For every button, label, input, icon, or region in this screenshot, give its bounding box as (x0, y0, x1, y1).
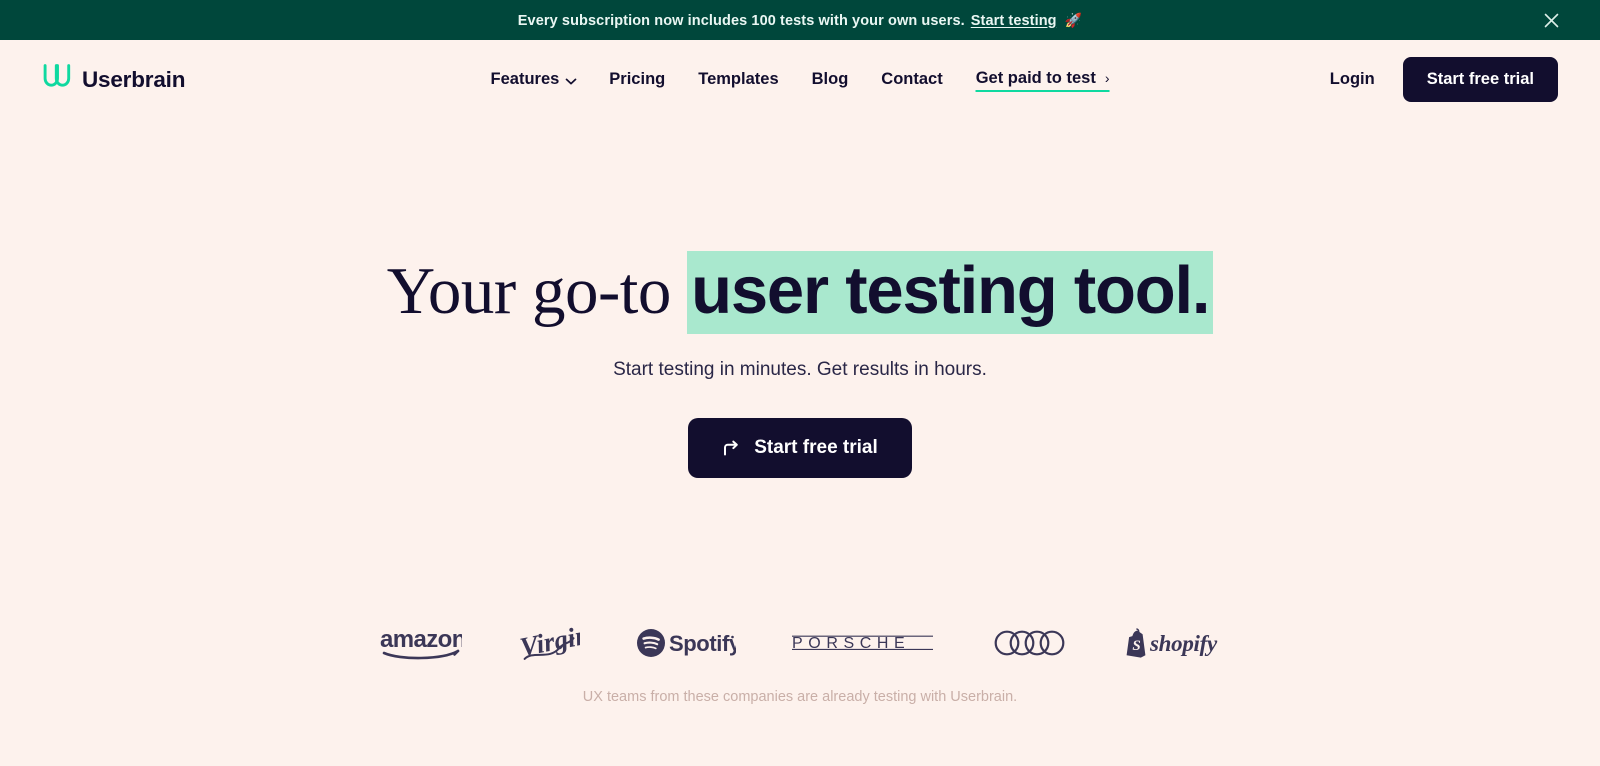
login-link[interactable]: Login (1330, 70, 1375, 89)
spotify-logo-icon: Spotify (636, 628, 736, 658)
rocket-emoji-icon: 🚀 (1064, 11, 1083, 28)
logo-audi (994, 620, 1068, 666)
nav-item-label: Get paid to test (975, 68, 1096, 87)
arrow-turn-right-icon (722, 439, 741, 458)
social-proof-caption: UX teams from these companies are alread… (582, 689, 1018, 706)
audi-logo-icon (994, 630, 1068, 656)
promo-banner-close-button[interactable] (1540, 9, 1562, 31)
promo-banner: Every subscription now includes 100 test… (0, 0, 1600, 40)
brand-name: Userbrain (82, 66, 186, 92)
nav-item-blog[interactable]: Blog (812, 70, 849, 89)
hero-cta-wrapper: Start free trial (0, 418, 1600, 479)
header-start-free-trial-button[interactable]: Start free trial (1402, 57, 1558, 102)
logo-amazon: amazon (380, 620, 462, 666)
svg-text:S: S (1132, 638, 1140, 654)
nav-item-get-paid-to-test[interactable]: Get paid to test › (975, 68, 1110, 92)
virgin-logo-icon: Virgin (518, 621, 580, 665)
userbrain-logo-icon (42, 64, 72, 95)
hero-start-free-trial-button[interactable]: Start free trial (688, 418, 912, 479)
hero-cta-label: Start free trial (754, 437, 878, 459)
chevron-down-icon (565, 71, 577, 90)
close-icon (1544, 13, 1559, 28)
nav-item-label: Pricing (609, 70, 666, 88)
logo-spotify: Spotify (636, 620, 736, 666)
logo-shopify: S shopify (1124, 620, 1220, 666)
hero-title-highlight: user testing tool. (687, 251, 1214, 334)
social-proof-logos: amazon Virgin Spotify PORSCHE S shopify (0, 615, 1600, 671)
logo-virgin: Virgin (518, 620, 580, 666)
svg-text:Spotify: Spotify (669, 631, 736, 656)
nav-item-contact[interactable]: Contact (881, 70, 942, 89)
promo-banner-link[interactable]: Start testing (971, 13, 1057, 29)
svg-text:amazon: amazon (380, 626, 462, 653)
header-actions: Login Start free trial (1330, 57, 1558, 102)
main-navigation: Features Pricing Templates Blog Contact … (491, 68, 1110, 92)
nav-item-label: Contact (881, 70, 943, 88)
page-title: Your go-to user testing tool. (0, 251, 1600, 334)
nav-item-label: Blog (811, 70, 849, 88)
hero-subtitle: Start testing in minutes. Get results in… (613, 359, 987, 381)
chevron-right-icon: › (1104, 69, 1110, 86)
promo-banner-content: Every subscription now includes 100 test… (518, 12, 1082, 29)
nav-item-label: Templates (698, 70, 779, 88)
nav-item-label: Features (490, 70, 560, 88)
svg-text:shopify: shopify (1149, 631, 1218, 656)
nav-item-pricing[interactable]: Pricing (609, 70, 665, 89)
nav-item-features[interactable]: Features (491, 69, 577, 90)
nav-item-templates[interactable]: Templates (698, 70, 778, 89)
site-header: Userbrain Features Pricing Templates Blo… (0, 40, 1600, 119)
amazon-logo-icon: amazon (380, 626, 462, 660)
promo-banner-message: Every subscription now includes 100 test… (517, 12, 965, 29)
shopify-logo-icon: S shopify (1124, 627, 1220, 659)
brand-logo-link[interactable]: Userbrain (42, 64, 185, 95)
hero-title-plain: Your go-to (386, 254, 688, 328)
logo-porsche: PORSCHE (792, 620, 938, 666)
porsche-logo-icon: PORSCHE (792, 633, 938, 653)
hero-section: Your go-to user testing tool. Start test… (0, 119, 1600, 705)
